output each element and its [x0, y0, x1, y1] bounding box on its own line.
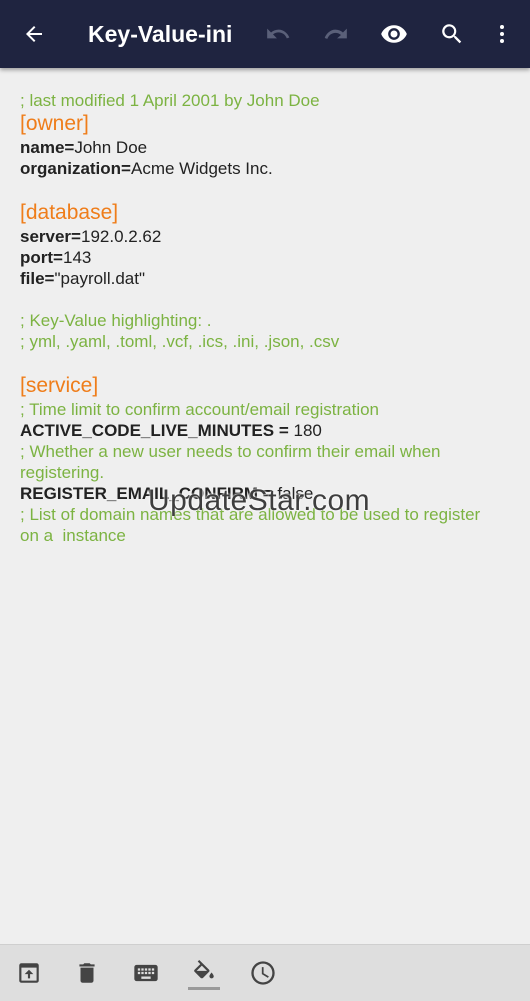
undo-icon[interactable] — [258, 0, 298, 68]
key-value-line: server=192.0.2.62 — [20, 226, 500, 247]
value: "payroll.dat" — [54, 269, 146, 288]
key-value-line: ACTIVE_CODE_LIVE_MINUTES = 180 — [20, 420, 500, 441]
value: Acme Widgets Inc. — [130, 159, 273, 178]
eye-icon[interactable] — [373, 0, 415, 68]
history-clock-icon[interactable] — [245, 955, 281, 991]
page-title: Key-Value-ini — [88, 21, 233, 47]
delete-icon[interactable] — [69, 955, 105, 991]
value: John Doe — [74, 138, 148, 157]
back-arrow-icon[interactable] — [14, 0, 54, 68]
key: port= — [20, 248, 63, 267]
key: ACTIVE_CODE_LIVE_MINUTES = — [20, 421, 294, 440]
more-vertical-icon[interactable] — [486, 0, 518, 68]
comment-line: ; Key-Value highlighting: . — [20, 311, 212, 330]
app-bar: Key-Value-ini — [0, 0, 530, 68]
paint-bucket-icon[interactable] — [186, 955, 222, 991]
key: name= — [20, 138, 75, 157]
section-header: [service] — [20, 374, 99, 397]
redo-icon[interactable] — [316, 0, 356, 68]
key-value-line: file="payroll.dat" — [20, 268, 500, 289]
key: organization= — [20, 159, 131, 178]
key-value-line: port=143 — [20, 247, 500, 268]
bottom-toolbar — [0, 944, 530, 1001]
paint-bucket-underline — [188, 987, 220, 990]
open-file-icon[interactable] — [11, 955, 47, 991]
comment-line: ; Time limit to confirm account/email re… — [20, 400, 380, 419]
keyboard-icon[interactable] — [128, 955, 164, 991]
search-icon[interactable] — [432, 0, 472, 68]
key: file= — [20, 269, 55, 288]
comment-line: ; last modified 1 April 2001 by John Doe — [20, 91, 320, 110]
section-header: [database] — [20, 201, 119, 224]
text-editor[interactable]: ; last modified 1 April 2001 by John Doe… — [20, 90, 500, 546]
watermark: UpdateStar.com — [148, 484, 371, 517]
key-value-line: name=John Doe — [20, 137, 500, 158]
comment-line: ; Whether a new user needs to confirm th… — [20, 442, 446, 482]
value: 192.0.2.62 — [80, 227, 162, 246]
key-value-line: organization=Acme Widgets Inc. — [20, 158, 500, 179]
key: server= — [20, 227, 81, 246]
value: 143 — [62, 248, 92, 267]
section-header: [owner] — [20, 112, 89, 135]
comment-line: ; yml, .yaml, .toml, .vcf, .ics, .ini, .… — [20, 332, 340, 351]
value: 180 — [293, 421, 322, 440]
